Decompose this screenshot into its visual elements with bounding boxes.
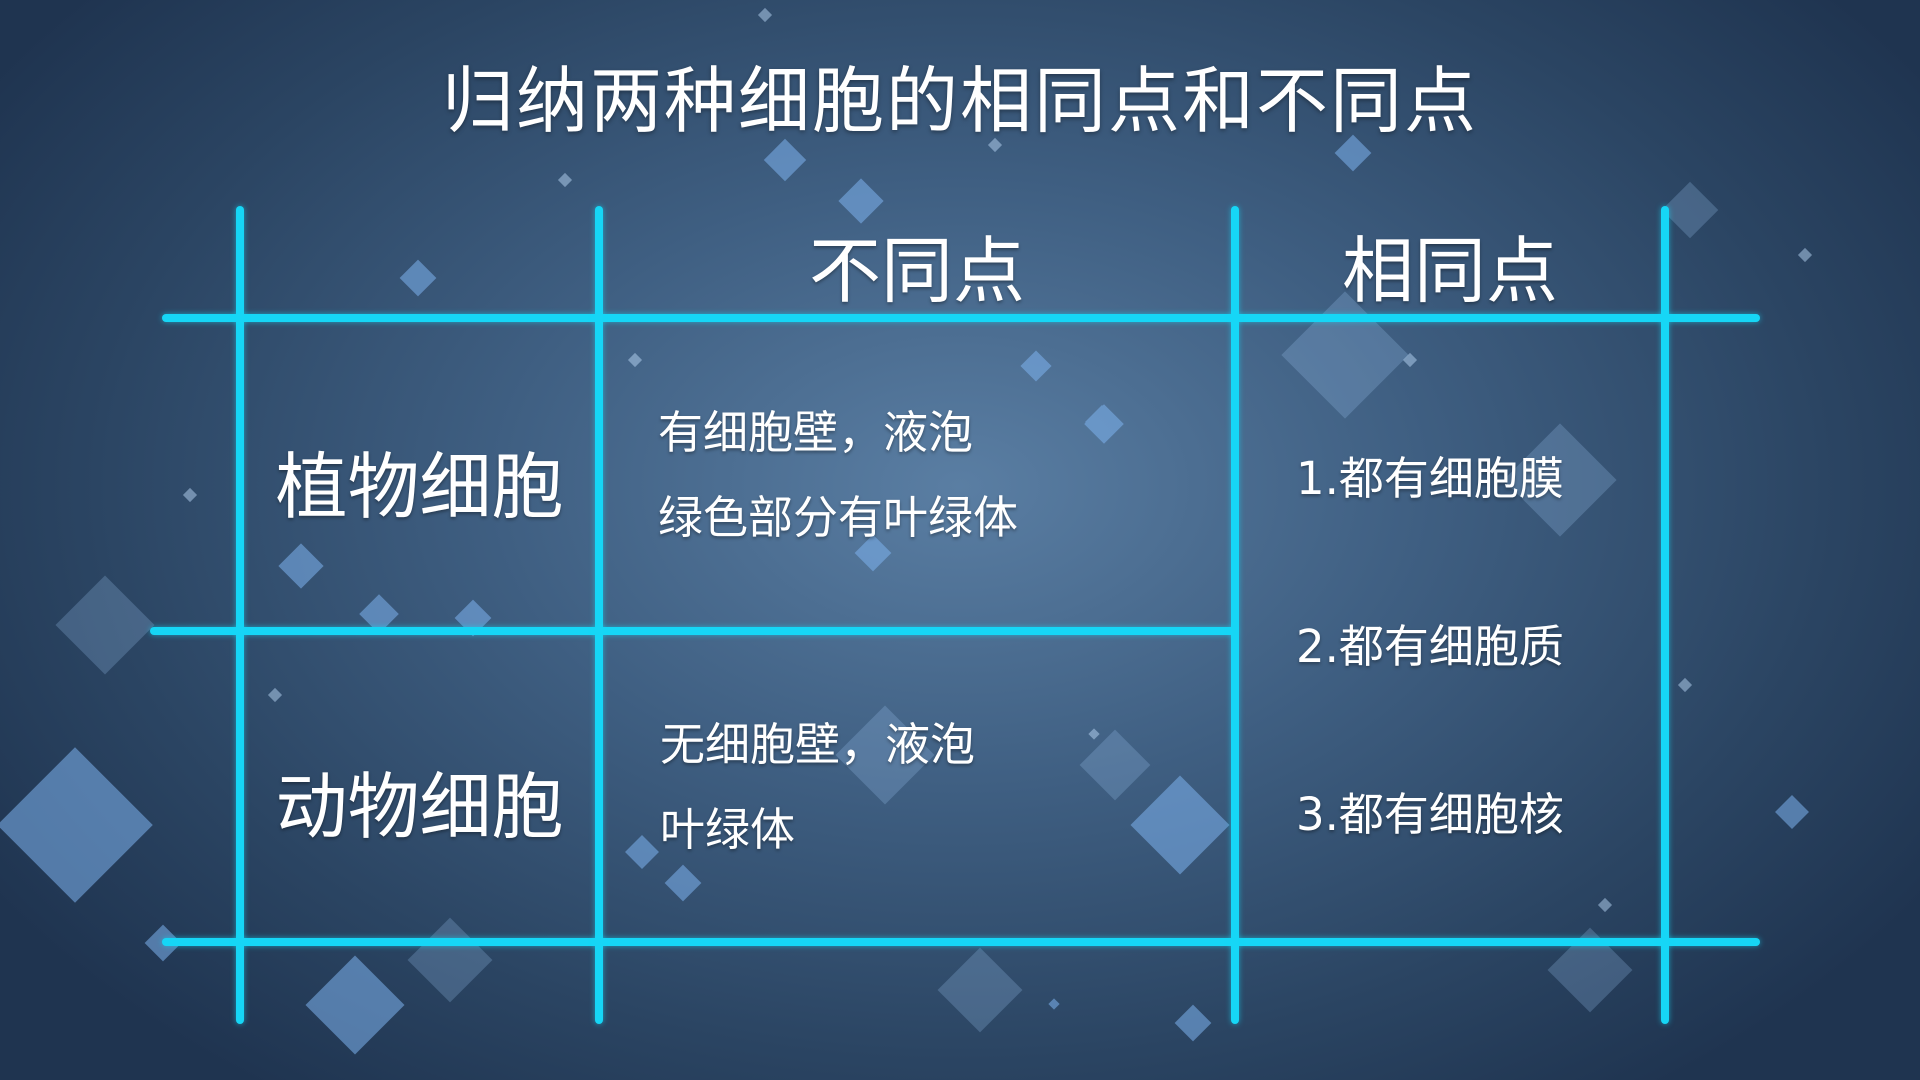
page-title: 归纳两种细胞的相同点和不同点 <box>441 59 1478 143</box>
plant-difference-line-1: 有细胞壁，液泡 <box>658 406 974 459</box>
animal-difference-line-1: 无细胞壁，液泡 <box>660 718 976 771</box>
plant-cell-differences: 有细胞壁，液泡 绿色部分有叶绿体 <box>658 390 1018 560</box>
plant-difference-line-2: 绿色部分有叶绿体 <box>658 491 1019 544</box>
header-similarities: 相同点 <box>1341 229 1558 313</box>
row-header-animal-cell: 动物细胞 <box>275 765 564 849</box>
row-header-plant-cell: 植物细胞 <box>275 445 564 529</box>
animal-cell-differences: 无细胞壁，液泡 叶绿体 <box>660 702 975 872</box>
similarity-item-3: 3.都有细胞核 <box>1296 788 1564 841</box>
grid-line-col-1 <box>236 206 244 1024</box>
similarity-item-1: 1.都有细胞膜 <box>1296 452 1564 505</box>
grid-line-bottom <box>162 938 1760 946</box>
header-differences: 不同点 <box>808 229 1025 313</box>
grid-line-middle <box>150 627 1236 635</box>
similarity-item-2: 2.都有细胞质 <box>1296 620 1564 673</box>
animal-difference-line-2: 叶绿体 <box>660 803 796 856</box>
grid-line-col-4 <box>1661 206 1669 1024</box>
grid-line-col-2 <box>595 206 603 1024</box>
grid-line-col-3 <box>1231 206 1239 1024</box>
